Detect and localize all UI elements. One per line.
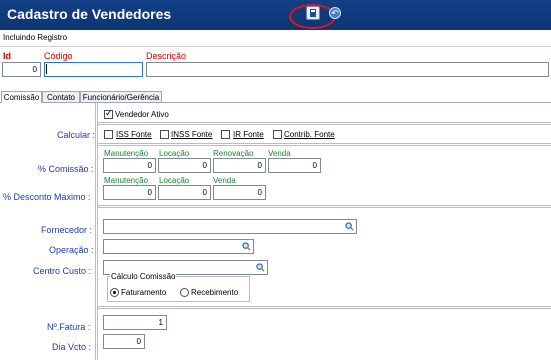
descricao-field[interactable] (146, 62, 549, 77)
comissao-col-renovacao: Renovação (213, 149, 254, 158)
desconto-col-venda: Venda (213, 176, 236, 185)
faturamento-radio[interactable] (110, 288, 119, 297)
undo-icon: ↶ (331, 8, 339, 18)
pct-comissao-label: % Comissão : (38, 164, 94, 174)
status-bar: Incluindo Registro (0, 30, 551, 47)
comissao-col-venda: Venda (268, 149, 291, 158)
operacao-label: Operação : (49, 245, 94, 255)
codigo-field[interactable] (44, 62, 143, 77)
faturamento-label: Faturamento (121, 288, 167, 297)
id-field[interactable]: 0 (2, 62, 41, 77)
dia-vcto-field[interactable]: 0 (103, 334, 145, 349)
tab-contato[interactable]: Contato (42, 91, 80, 102)
tab-funcionario-gerencia[interactable]: Funcionário/Gerência (80, 91, 162, 102)
desconto-locacao-field[interactable]: 0 (158, 185, 211, 200)
section-divider (98, 122, 551, 125)
inss-fonte-checkbox[interactable] (160, 130, 169, 139)
nfatura-label: Nº.Fatura : (47, 322, 91, 332)
centro-custo-label: Centro Custo : (33, 266, 92, 276)
desconto-col-locacao: Locação (159, 176, 190, 185)
recebimento-radio[interactable] (180, 288, 189, 297)
contrib-fonte-label: Contrib. Fonte (284, 130, 335, 139)
recebimento-label: Recebimento (191, 288, 239, 297)
centro-custo-search-icon[interactable] (256, 263, 265, 272)
iss-fonte-checkbox[interactable] (104, 130, 113, 139)
vertical-divider (95, 103, 98, 360)
operacao-field[interactable] (103, 239, 254, 254)
fornecedor-search-icon[interactable] (345, 222, 354, 231)
vendedor-ativo-checkbox[interactable] (104, 108, 113, 119)
comissao-renovacao-field[interactable]: 0 (213, 158, 266, 173)
save-button[interactable] (306, 6, 320, 20)
undo-button[interactable]: ↶ (329, 7, 341, 19)
section-divider (98, 306, 551, 309)
vendedor-ativo-label: Vendedor Ativo (115, 110, 169, 119)
desconto-manutencao-field[interactable]: 0 (103, 185, 156, 200)
calculo-comissao-label: Cálculo Comissão (110, 272, 177, 281)
desconto-col-manutencao: Manutenção (104, 176, 149, 185)
comissao-venda-field[interactable]: 0 (268, 158, 321, 173)
title-bar: Cadastro de Vendedores (0, 0, 551, 30)
dia-vcto-label: Dia Vcto : (52, 342, 92, 352)
window-title: Cadastro de Vendedores (7, 6, 172, 22)
status-text: Incluindo Registro (3, 33, 68, 42)
save-icon (310, 9, 316, 17)
fornecedor-label: Fornecedor : (41, 225, 93, 235)
comissao-locacao-field[interactable]: 0 (158, 158, 211, 173)
contrib-fonte-checkbox[interactable] (273, 130, 282, 139)
comissao-col-manutencao: Manutenção (104, 149, 149, 158)
codigo-label: Código (44, 51, 73, 61)
comissao-col-locacao: Locação (159, 149, 190, 158)
ir-fonte-label: IR Fonte (233, 130, 264, 139)
iss-fonte-label: ISS Fonte (116, 130, 152, 139)
pct-desconto-label: % Desconto Máximo : (3, 192, 91, 202)
section-divider (98, 143, 551, 146)
calcular-label: Calcular : (57, 130, 96, 140)
text-cursor (46, 64, 47, 74)
operacao-search-icon[interactable] (242, 242, 251, 251)
desconto-venda-field[interactable]: 0 (213, 185, 266, 200)
comissao-manutencao-field[interactable]: 0 (103, 158, 156, 173)
descricao-label: Descrição (146, 51, 187, 61)
id-label: Id (3, 51, 11, 61)
section-divider (98, 205, 551, 208)
nfatura-field[interactable]: 1 (103, 315, 167, 330)
ir-fonte-checkbox[interactable] (221, 130, 230, 139)
inss-fonte-label: INSS Fonte (171, 130, 213, 139)
tab-comissao[interactable]: Comissão (1, 91, 42, 103)
fornecedor-field[interactable] (103, 219, 357, 234)
